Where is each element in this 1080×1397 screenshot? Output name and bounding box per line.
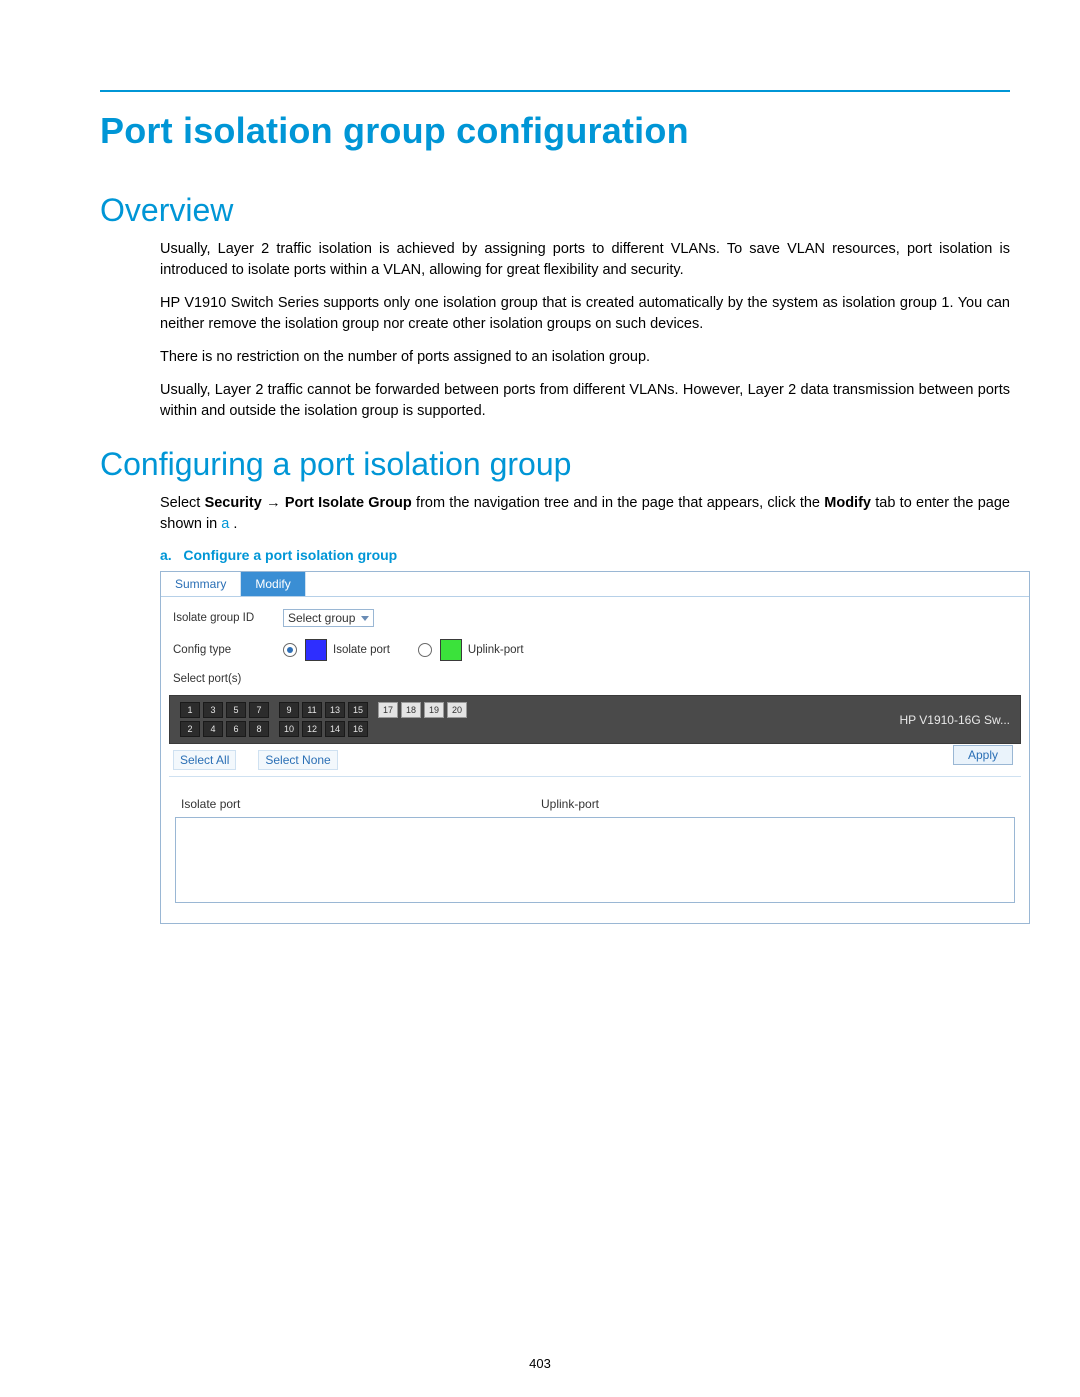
port-12[interactable]: 12	[302, 721, 322, 737]
result-headers: Isolate port Uplink-port	[175, 797, 1015, 817]
port-9[interactable]: 9	[279, 702, 299, 718]
overview-para-3: There is no restriction on the number of…	[160, 347, 1010, 368]
port-1[interactable]: 1	[180, 702, 200, 718]
port-16[interactable]: 16	[348, 721, 368, 737]
configuring-intro: Select Security → Port Isolate Group fro…	[160, 493, 1010, 535]
port-11[interactable]: 11	[302, 702, 322, 718]
figure-ref-a[interactable]: a	[221, 516, 229, 532]
port-group: 1357 2468	[180, 702, 269, 737]
radio-isolate-port[interactable]	[283, 643, 297, 657]
port-row: 10121416	[279, 721, 368, 737]
apply-button[interactable]: Apply	[953, 745, 1013, 765]
isolate-swatch-icon	[305, 639, 327, 661]
select-none-button[interactable]: Select None	[258, 750, 337, 770]
label-isolate-group-id: Isolate group ID	[173, 612, 283, 624]
chevron-down-icon	[361, 616, 369, 621]
breadcrumb-arrow-icon: →	[266, 495, 285, 511]
port-5[interactable]: 5	[226, 702, 246, 718]
overview-para-2: HP V1910 Switch Series supports only one…	[160, 293, 1010, 335]
intro-mid: from the navigation tree and in the page…	[416, 495, 824, 511]
ui-body: Isolate group ID Select group Config typ…	[161, 597, 1029, 923]
port-3[interactable]: 3	[203, 702, 223, 718]
port-17[interactable]: 17	[378, 702, 398, 718]
section-heading-overview: Overview	[100, 192, 1010, 229]
result-box: Isolate port Uplink-port	[175, 797, 1015, 903]
intro-bold-port-isolate-group: Port Isolate Group	[285, 495, 412, 511]
port-group: 17181920	[378, 702, 467, 737]
device-name-label: HP V1910-16G Sw...	[899, 713, 1010, 727]
page-number: 403	[0, 1356, 1080, 1371]
row-select-ports: Select port(s)	[169, 667, 1021, 691]
radio-uplink-port[interactable]	[418, 643, 432, 657]
button-row: Select All Select None Apply	[169, 744, 1021, 777]
label-radio-isolate-port: Isolate port	[333, 644, 390, 656]
port-20[interactable]: 20	[447, 702, 467, 718]
uplink-swatch-icon	[440, 639, 462, 661]
radio-uplink-port-wrap: Uplink-port	[418, 639, 524, 661]
port-row: 2468	[180, 721, 269, 737]
figure-label-text: Configure a port isolation group	[183, 547, 397, 563]
port-groups: 1357246891113151012141617181920	[180, 702, 467, 737]
port-row: 9111315	[279, 702, 368, 718]
top-rule	[100, 90, 1010, 92]
result-header-uplink: Uplink-port	[541, 797, 599, 811]
port-10[interactable]: 10	[279, 721, 299, 737]
overview-para-4: Usually, Layer 2 traffic cannot be forwa…	[160, 380, 1010, 422]
select-group-dropdown[interactable]: Select group	[283, 609, 374, 627]
overview-para-1: Usually, Layer 2 traffic isolation is ac…	[160, 239, 1010, 281]
label-radio-uplink-port: Uplink-port	[468, 644, 524, 656]
port-4[interactable]: 4	[203, 721, 223, 737]
radio-isolate-port-wrap: Isolate port	[283, 639, 390, 661]
port-18[interactable]: 18	[401, 702, 421, 718]
ui-tabs: Summary Modify	[161, 572, 1029, 597]
port-14[interactable]: 14	[325, 721, 345, 737]
port-8[interactable]: 8	[249, 721, 269, 737]
switch-panel: 1357246891113151012141617181920 HP V1910…	[169, 695, 1021, 744]
figure-label: a. Configure a port isolation group	[160, 547, 1010, 563]
result-header-isolate: Isolate port	[181, 797, 541, 811]
section-heading-configuring: Configuring a port isolation group	[100, 446, 1010, 483]
ui-figure: Summary Modify Isolate group ID Select g…	[160, 571, 1030, 924]
intro-bold-modify: Modify	[824, 495, 871, 511]
intro-end: .	[233, 516, 237, 532]
port-row: 17181920	[378, 702, 467, 718]
document-page: Port isolation group configuration Overv…	[0, 0, 1080, 1397]
page-title: Port isolation group configuration	[100, 110, 1010, 152]
tab-modify[interactable]: Modify	[241, 572, 305, 596]
port-13[interactable]: 13	[325, 702, 345, 718]
row-isolate-group-id: Isolate group ID Select group	[169, 603, 1021, 633]
port-7[interactable]: 7	[249, 702, 269, 718]
label-config-type: Config type	[173, 644, 283, 656]
label-select-ports: Select port(s)	[173, 673, 283, 685]
result-area	[175, 817, 1015, 903]
port-row: 1357	[180, 702, 269, 718]
row-config-type: Config type Isolate port Uplink-port	[169, 633, 1021, 667]
select-group-value: Select group	[288, 611, 355, 625]
radio-dot-icon	[287, 647, 293, 653]
tab-summary[interactable]: Summary	[161, 572, 241, 596]
intro-pre: Select	[160, 495, 205, 511]
port-group: 9111315 10121416	[279, 702, 368, 737]
port-6[interactable]: 6	[226, 721, 246, 737]
select-all-button[interactable]: Select All	[173, 750, 236, 770]
intro-bold-security: Security	[205, 495, 262, 511]
port-2[interactable]: 2	[180, 721, 200, 737]
port-15[interactable]: 15	[348, 702, 368, 718]
figure-label-a: a.	[160, 547, 172, 563]
port-19[interactable]: 19	[424, 702, 444, 718]
